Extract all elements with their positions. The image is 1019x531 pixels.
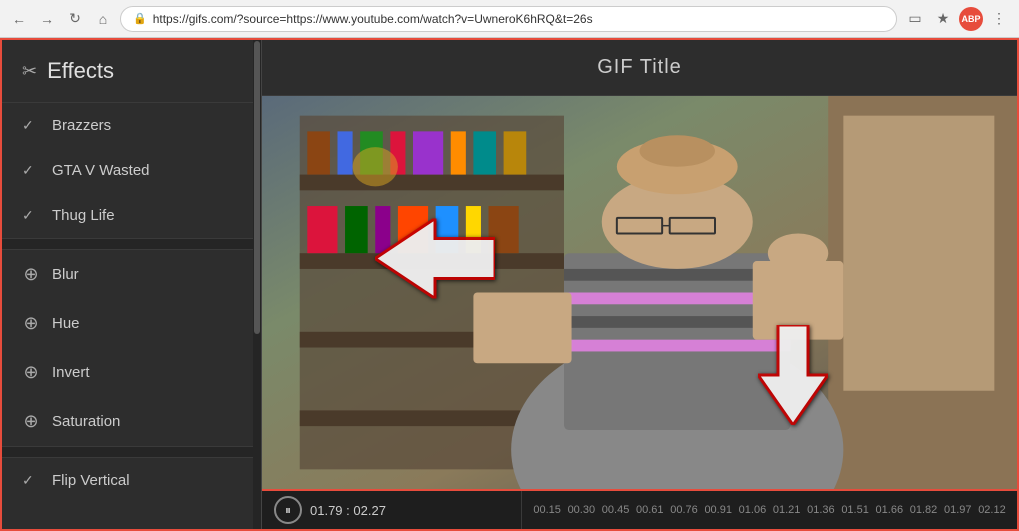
sidebar-scroll-area[interactable]: ✂ Effects ✓ Brazzers ✓ GTA V Wasted ✓ Th…	[2, 40, 261, 529]
lock-icon: 🔒	[133, 12, 147, 25]
cast-button[interactable]: ▭	[903, 7, 927, 31]
effect-label: GTA V Wasted	[52, 162, 150, 179]
tick-5: 00.91	[701, 504, 735, 516]
effect-item-hue[interactable]: ⊕ Hue	[2, 299, 261, 348]
current-time-value: 01.79	[310, 503, 343, 518]
plus-icon: ⊕	[22, 264, 40, 285]
browser-actions: ▭ ★ ABP ⋮	[903, 7, 1011, 31]
effects-header: ✂ Effects	[2, 40, 261, 103]
url-text: https://gifs.com/?source=https://www.you…	[153, 12, 593, 26]
effect-label: Hue	[52, 315, 80, 332]
effect-label: Brazzers	[52, 117, 111, 134]
check-icon: ✓	[22, 207, 40, 224]
home-button[interactable]: ⌂	[92, 8, 114, 30]
timeline-ticks[interactable]: 00.15 00.30 00.45 00.61 00.76 00.91 01.0…	[522, 491, 1017, 529]
current-time: 01.79 : 02.27	[310, 503, 386, 518]
timeline-bar: ⏸ 01.79 : 02.27 00.15 00.30 00.45 00.61 …	[262, 489, 1017, 529]
address-bar[interactable]: 🔒 https://gifs.com/?source=https://www.y…	[120, 6, 897, 32]
effect-item-brazzers[interactable]: ✓ Brazzers	[2, 103, 261, 148]
plus-icon: ⊕	[22, 362, 40, 383]
playback-section: ⏸ 01.79 : 02.27	[262, 491, 522, 529]
browser-chrome: ← → ↻ ⌂ 🔒 https://gifs.com/?source=https…	[0, 0, 1019, 38]
arrow-down	[758, 325, 828, 430]
tick-11: 01.82	[906, 504, 940, 516]
tick-6: 01.06	[735, 504, 769, 516]
tick-4: 00.76	[667, 504, 701, 516]
adblock-button[interactable]: ABP	[959, 7, 983, 31]
gif-title: GIF Title	[597, 56, 682, 78]
pause-button[interactable]: ⏸	[274, 496, 302, 524]
refresh-button[interactable]: ↻	[64, 8, 86, 30]
effects-title: Effects	[47, 58, 114, 84]
effect-item-invert[interactable]: ⊕ Invert	[2, 348, 261, 397]
video-area	[262, 96, 1017, 489]
scrollbar-track[interactable]	[253, 40, 261, 529]
plus-icon: ⊕	[22, 411, 40, 432]
effect-item-thuglife[interactable]: ✓ Thug Life	[2, 193, 261, 238]
check-icon: ✓	[22, 117, 40, 134]
effect-label: Saturation	[52, 413, 120, 430]
main-content: ✂ Effects ✓ Brazzers ✓ GTA V Wasted ✓ Th…	[0, 38, 1019, 531]
right-panel: GIF Title	[262, 40, 1017, 529]
bookmark-button[interactable]: ★	[931, 7, 955, 31]
effect-label: Invert	[52, 364, 90, 381]
tick-8: 01.36	[804, 504, 838, 516]
plus-icon: ⊕	[22, 313, 40, 334]
tick-0: 00.15	[530, 504, 564, 516]
scrollbar-thumb[interactable]	[254, 41, 260, 334]
tick-13: 02.12	[975, 504, 1009, 516]
effect-label: Thug Life	[52, 207, 115, 224]
effect-label: Flip Vertical	[52, 472, 130, 489]
arrow-left	[375, 219, 495, 304]
effect-label: Blur	[52, 266, 79, 283]
effect-item-gtavwasted[interactable]: ✓ GTA V Wasted	[2, 148, 261, 193]
tick-marks: 00.15 00.30 00.45 00.61 00.76 00.91 01.0…	[530, 491, 1009, 529]
gif-title-bar: GIF Title	[262, 40, 1017, 96]
tick-9: 01.51	[838, 504, 872, 516]
tick-10: 01.66	[872, 504, 906, 516]
check-icon: ✓	[22, 472, 40, 489]
effect-item-saturation[interactable]: ⊕ Saturation	[2, 397, 261, 446]
forward-button[interactable]: →	[36, 8, 58, 30]
total-time-value: 02.27	[353, 503, 386, 518]
abp-label: ABP	[961, 14, 980, 24]
section-divider	[2, 238, 261, 250]
sidebar: ✂ Effects ✓ Brazzers ✓ GTA V Wasted ✓ Th…	[2, 40, 262, 529]
pause-icon: ⏸	[285, 503, 291, 518]
tick-2: 00.45	[598, 504, 632, 516]
menu-button[interactable]: ⋮	[987, 7, 1011, 31]
tick-3: 00.61	[633, 504, 667, 516]
section-divider-2	[2, 446, 261, 458]
tick-12: 01.97	[941, 504, 975, 516]
video-placeholder	[262, 96, 1017, 489]
effect-item-flip-vertical[interactable]: ✓ Flip Vertical	[2, 458, 261, 503]
effect-item-blur[interactable]: ⊕ Blur	[2, 250, 261, 299]
tick-7: 01.21	[770, 504, 804, 516]
scissors-icon: ✂	[22, 61, 37, 82]
tick-1: 00.30	[564, 504, 598, 516]
back-button[interactable]: ←	[8, 8, 30, 30]
check-icon: ✓	[22, 162, 40, 179]
